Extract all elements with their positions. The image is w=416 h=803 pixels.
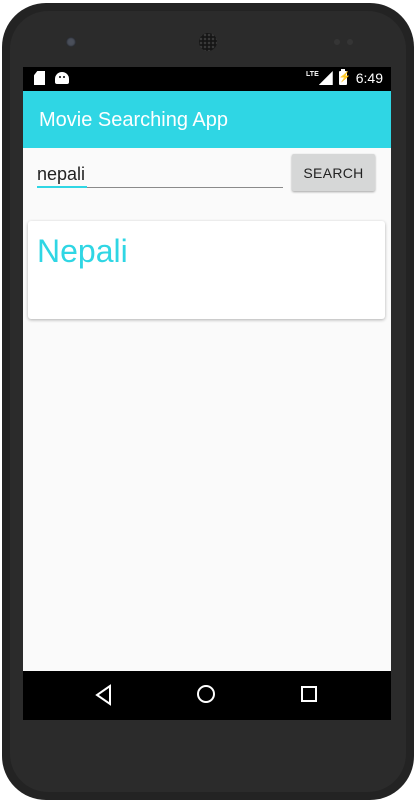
recents-icon[interactable] xyxy=(301,686,317,702)
device-screen: LTE 6:49 Movie Searching App SEARCH Nepa… xyxy=(23,67,391,720)
navigation-bar xyxy=(23,671,391,720)
search-button[interactable]: SEARCH xyxy=(292,154,375,191)
back-icon[interactable] xyxy=(94,684,114,706)
app-bar: Movie Searching App xyxy=(23,91,391,148)
speaker-icon xyxy=(199,33,217,51)
search-input[interactable] xyxy=(37,161,283,188)
result-title: Nepali xyxy=(37,233,128,269)
sensor-icon xyxy=(347,39,353,45)
status-bar: LTE 6:49 xyxy=(23,67,391,91)
front-camera-icon xyxy=(66,37,76,47)
network-type-label: LTE xyxy=(306,70,319,78)
search-cursor-underline xyxy=(37,186,87,188)
result-card[interactable]: Nepali xyxy=(28,221,385,319)
status-time: 6:49 xyxy=(355,70,383,86)
phone-frame: LTE 6:49 Movie Searching App SEARCH Nepa… xyxy=(2,3,414,800)
home-icon[interactable] xyxy=(197,685,215,703)
app-title: Movie Searching App xyxy=(39,109,229,131)
sensor-icon xyxy=(334,39,340,45)
signal-icon xyxy=(318,71,333,85)
sd-card-icon xyxy=(34,71,45,85)
android-debug-icon xyxy=(55,72,69,84)
battery-charging-icon xyxy=(338,69,347,85)
